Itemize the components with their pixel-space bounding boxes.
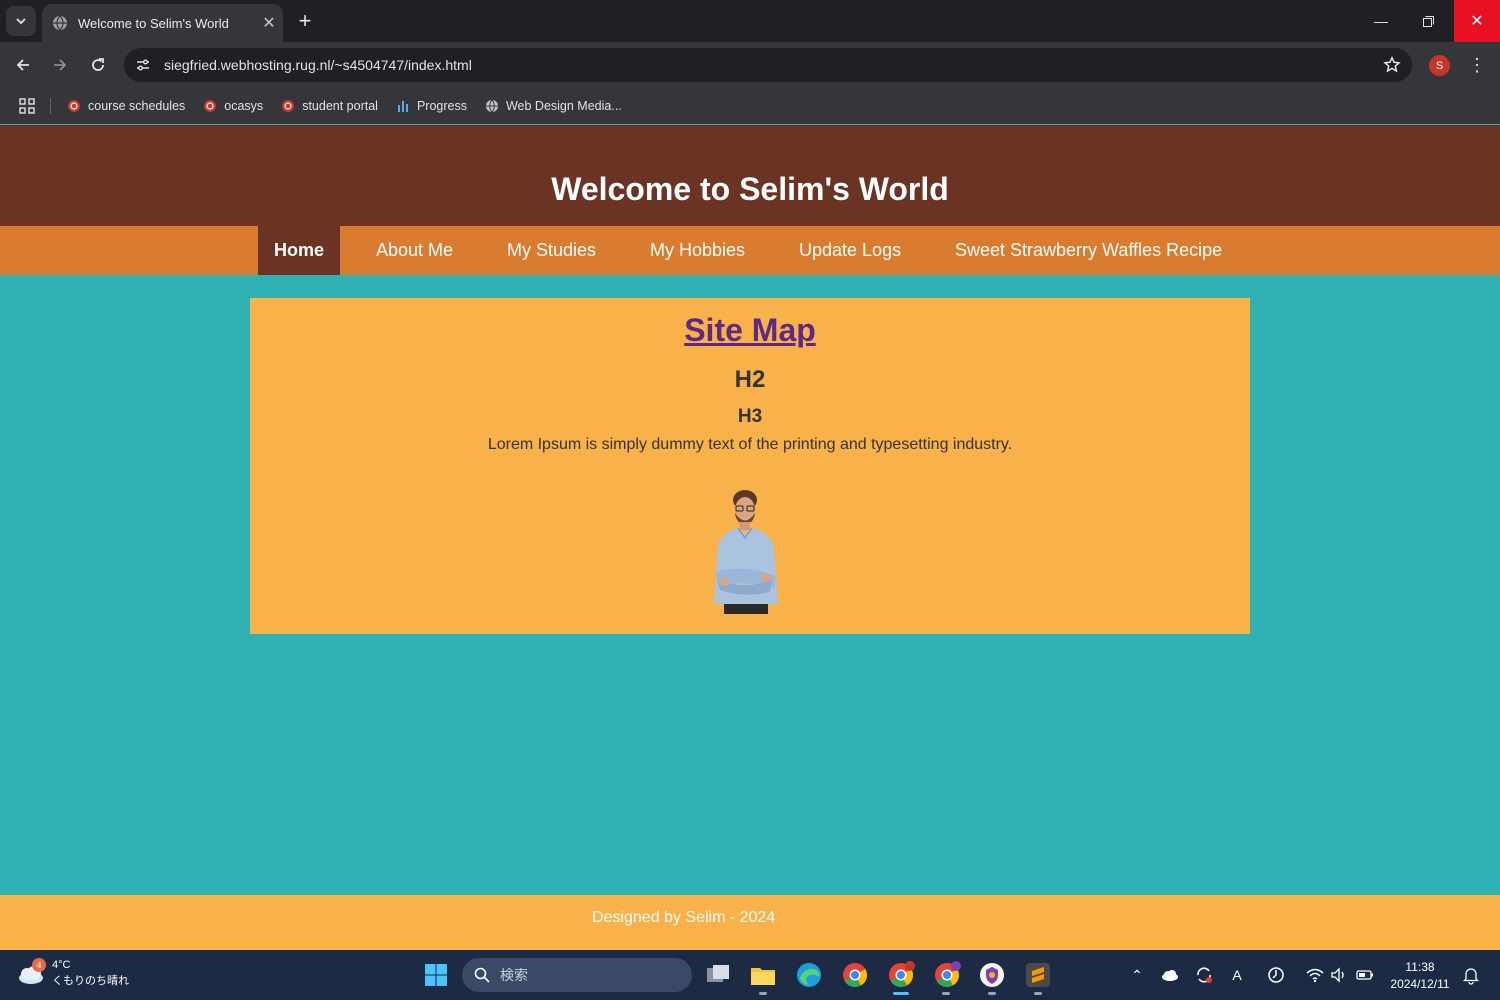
rug-icon <box>68 100 80 112</box>
bookmark-ocasys[interactable]: ocasys <box>203 99 263 113</box>
minimize-button[interactable]: — <box>1358 0 1404 42</box>
bookmark-student-portal[interactable]: student portal <box>281 99 378 113</box>
search-icon <box>474 967 490 983</box>
weather-badge: 4 <box>32 958 46 972</box>
site-info-icon[interactable] <box>124 57 162 73</box>
close-window-button[interactable]: ✕ <box>1454 0 1500 42</box>
nav-about-me[interactable]: About Me <box>376 226 453 275</box>
heading-h3: H3 <box>737 406 763 427</box>
content-box: Site Map H2 H3 Lorem Ipsum is simply dum… <box>250 298 1250 634</box>
running-indicator <box>1034 992 1042 995</box>
bookmark-label: Web Design Media... <box>505 99 622 113</box>
search-placeholder: 検索 <box>500 967 528 983</box>
footer-text: Designed by Selim - 2024 <box>592 909 776 926</box>
cloud-sun-icon: 4 <box>16 958 46 988</box>
ime-mode-icon[interactable]: A <box>1227 965 1247 985</box>
ime-icon[interactable] <box>1266 965 1286 985</box>
windows-taskbar: 4 4°C くもりのち晴れ 検索 ⌃ A 11:38 2024/12/11 <box>0 950 1500 1000</box>
more-options-icon[interactable]: ⋮ <box>1462 50 1492 80</box>
running-indicator <box>759 992 767 995</box>
site-footer: Designed by Selim - 2024 <box>0 895 1500 950</box>
arrow-left-icon <box>16 59 29 71</box>
nav-home[interactable]: Home <box>258 226 340 275</box>
bookmarks-separator <box>50 98 51 114</box>
browser-toolbar: siegfried.webhosting.rug.nl/~s4504747/in… <box>0 42 1500 88</box>
notification-bell-icon[interactable] <box>1461 965 1481 985</box>
bookmark-course-schedules[interactable]: course schedules <box>67 99 185 113</box>
url-text: siegfried.webhosting.rug.nl/~s4504747/in… <box>164 57 472 73</box>
edge-icon[interactable] <box>794 960 824 990</box>
address-bar[interactable]: siegfried.webhosting.rug.nl/~s4504747/in… <box>124 48 1412 82</box>
bar-chart-icon <box>397 101 408 112</box>
bookmark-star-icon[interactable] <box>1372 56 1412 74</box>
bookmarks-bar: course schedules ocasys student portal P… <box>0 88 1500 124</box>
bookmark-label: student portal <box>302 99 378 113</box>
arrow-right-icon <box>54 59 67 71</box>
chevron-up-icon[interactable]: ⌃ <box>1127 965 1147 985</box>
profile-photo <box>714 490 778 614</box>
apps-grid-icon[interactable] <box>18 97 36 115</box>
weather-widget[interactable]: 4 4°C くもりのち晴れ <box>16 957 129 989</box>
bookmark-label: ocasys <box>224 99 264 113</box>
site-header: Welcome to Selim's World <box>0 125 1500 226</box>
lorem-paragraph: Lorem Ipsum is simply dummy text of the … <box>487 436 1013 453</box>
reload-button[interactable] <box>83 50 113 80</box>
bookmark-web-design-media[interactable]: Web Design Media... <box>485 99 622 113</box>
browser-tab[interactable]: Welcome to Selim's World ✕ <box>42 4 283 42</box>
windows-start-icon[interactable] <box>424 963 448 987</box>
reload-icon <box>92 58 104 71</box>
site-title: Welcome to Selim's World <box>551 171 949 207</box>
site-map-link[interactable]: Site Map <box>250 312 1250 349</box>
weather-desc: くもりのち晴れ <box>52 975 129 987</box>
file-explorer-icon[interactable] <box>748 960 778 990</box>
sublime-text-icon[interactable] <box>1023 960 1053 990</box>
chrome-secondary-icon[interactable] <box>932 960 962 990</box>
bookmark-progress[interactable]: Progress <box>396 99 467 113</box>
system-clock[interactable]: 11:38 2024/12/11 <box>1380 959 1460 993</box>
running-indicator <box>942 992 950 995</box>
back-button[interactable] <box>8 50 38 80</box>
vpn-shield-icon[interactable] <box>977 960 1007 990</box>
onedrive-icon[interactable] <box>1160 965 1180 985</box>
bookmark-label: course schedules <box>88 99 186 113</box>
globe-icon <box>485 99 498 113</box>
restore-icon <box>1422 15 1434 27</box>
browser-tab-bar: Welcome to Selim's World ✕ + — ✕ <box>0 0 1500 42</box>
volume-icon[interactable] <box>1329 965 1349 985</box>
new-tab-button[interactable]: + <box>290 6 320 36</box>
forward-button[interactable] <box>45 50 75 80</box>
nav-waffles-recipe[interactable]: Sweet Strawberry Waffles Recipe <box>955 226 1222 275</box>
tab-search-button[interactable] <box>6 6 36 36</box>
close-tab-icon[interactable]: ✕ <box>255 13 283 33</box>
clock-date: 2024/12/11 <box>1390 977 1450 991</box>
heading-h2: H2 <box>734 366 766 393</box>
globe-icon <box>53 15 67 31</box>
restore-button[interactable] <box>1405 0 1451 42</box>
site-nav: Home About Me My Studies My Hobbies Upda… <box>0 226 1500 275</box>
wifi-icon[interactable] <box>1305 965 1325 985</box>
chevron-down-icon <box>16 18 26 25</box>
task-view-icon[interactable] <box>703 960 733 990</box>
nav-my-hobbies[interactable]: My Hobbies <box>650 226 745 275</box>
clock-time: 11:38 <box>1405 960 1435 974</box>
rug-icon <box>282 100 295 112</box>
nav-update-logs[interactable]: Update Logs <box>799 226 901 275</box>
taskbar-search[interactable]: 検索 <box>462 958 692 992</box>
nav-my-studies[interactable]: My Studies <box>507 226 596 275</box>
profile-avatar[interactable]: S <box>1429 55 1450 76</box>
tab-title: Welcome to Selim's World <box>78 15 229 31</box>
weather-temp: 4°C <box>52 959 71 971</box>
active-indicator <box>893 992 909 995</box>
bookmark-label: Progress <box>416 99 467 113</box>
chrome-profile-icon[interactable] <box>886 960 916 990</box>
sync-icon[interactable] <box>1194 965 1214 985</box>
rug-icon <box>204 100 217 112</box>
chrome-icon[interactable] <box>840 960 870 990</box>
battery-icon[interactable] <box>1355 965 1375 985</box>
running-indicator <box>988 992 996 995</box>
